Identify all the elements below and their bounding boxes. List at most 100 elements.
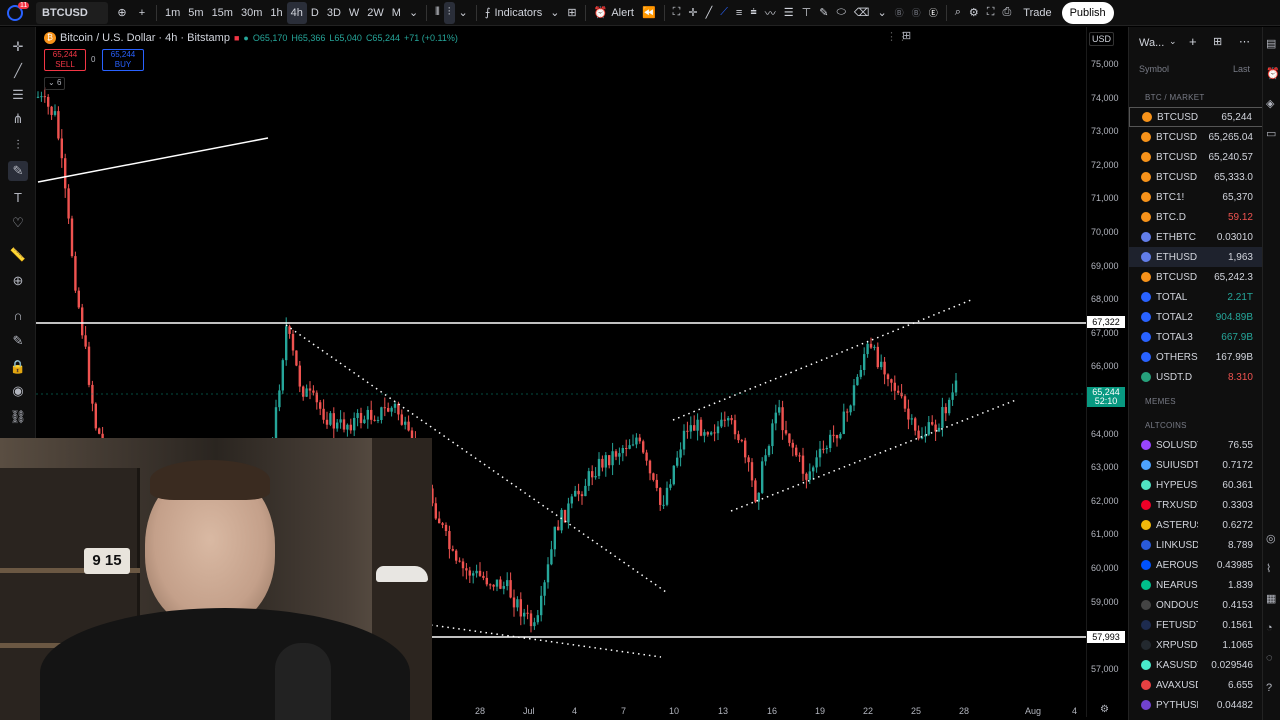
chevron-down-icon[interactable]: ⌄ [405,2,422,24]
timeframe-4h[interactable]: 4h [286,1,307,24]
group-btc-market[interactable]: BTC / MARKET [1145,93,1205,102]
trendline-icon[interactable]: ╱ [702,2,717,24]
watchlist-icon[interactable]: ▤ [1266,37,1276,50]
eye-icon[interactable]: ◉ [8,381,28,401]
layers-icon[interactable]: ◈ [1266,97,1274,110]
b2-icon[interactable]: Ⓑ [908,2,925,24]
wave-icon[interactable]: 〰 [761,2,780,24]
col-last[interactable]: Last [1233,64,1250,74]
chat-icon[interactable]: ▭ [1266,127,1276,140]
sell-button[interactable]: 65,244 SELL [44,49,86,71]
timeframe-15m[interactable]: 15m [208,2,237,24]
watchlist-row[interactable]: ASTERUSDT 0.6272 [1129,515,1263,535]
trade-button[interactable]: Trade [1019,2,1055,24]
indicators-button[interactable]: ⨍ Indicators [481,2,546,24]
watchlist-row[interactable]: TRXUSDT 0.3303 [1129,495,1263,515]
help-icon[interactable]: ? [1266,682,1272,694]
watchlist-row[interactable]: BTC.D 59.12 [1129,207,1263,227]
publish-button[interactable]: Publish [1061,1,1114,24]
watchlist-row[interactable]: ETHUSD 1,963 [1129,247,1263,267]
watchlist-row[interactable]: LINKUSDT 8.789 [1129,535,1263,555]
watchlist-row[interactable]: BTCUSD 65,244 [1129,107,1263,127]
timeframe-30m[interactable]: 30m [237,2,266,24]
add-symbol-icon[interactable]: + [132,2,152,24]
b-icon[interactable]: Ⓑ [891,2,908,24]
gear-icon[interactable]: ⚙ [965,2,983,24]
watchlist-row[interactable]: SUIUSDT 0.7172 [1129,455,1263,475]
zoom-icon[interactable]: ⊕ [8,271,28,291]
symbol-search[interactable]: BTCUSD [36,1,108,24]
search-icon[interactable]: ⌕ [951,2,965,24]
chevron-down-icon[interactable]: ⌄ [546,2,563,24]
watchlist-row[interactable]: KASUSDT 0.029546 [1129,655,1263,675]
eraser-icon[interactable]: ⌫ [850,2,874,24]
watchlist-row[interactable]: BTCUSD 65,242.3 [1129,267,1263,287]
timeframe-2W[interactable]: 2W [363,2,388,24]
ruler-icon[interactable]: 📏 [8,245,28,265]
brush-tool-icon[interactable]: ✎ [8,161,28,181]
watchlist-row[interactable]: PYTHUSDT 0.04482 [1129,695,1263,715]
heart-icon[interactable]: ♡ [8,213,28,233]
brush-icon[interactable]: ✎ [815,2,832,24]
magnet-icon[interactable]: ∩ [8,305,28,325]
timeframe-3D[interactable]: 3D [323,2,345,24]
horizontal-lines-icon[interactable]: ☰ [8,85,28,105]
chart-layout-icon[interactable]: ⊞ [902,29,911,42]
fib-tool-icon[interactable]: ⫶ [8,135,28,155]
fib-icon[interactable]: ≡ [732,2,746,24]
menu-logo-icon[interactable]: 11 [0,1,30,24]
ray-icon[interactable]: ⟋ [716,2,732,24]
chevron-down-icon[interactable]: ⌄ [1169,36,1177,47]
watchlist-row[interactable]: ETHBTC 0.03010 [1129,227,1263,247]
shape-icon[interactable]: ⬭ [832,2,849,24]
calendar-icon[interactable]: ▦ [1266,592,1276,605]
pitchfork-icon[interactable]: ⋔ [8,109,28,129]
trendline-tool-icon[interactable]: ╱ [8,61,28,81]
cursor-icon[interactable]: ✛ [8,37,28,57]
watchlist-row[interactable]: NEARUSDT 1.839 [1129,575,1263,595]
compare-icon[interactable]: ⊕ [112,2,132,24]
notifications-icon[interactable]: ◔ [1266,622,1273,634]
timeframe-M[interactable]: M [388,2,405,24]
target-icon[interactable]: ◎ [1266,532,1276,545]
watchlist-row[interactable]: USDT.D 8.310 [1129,367,1263,387]
link-icon[interactable]: ⛓ [8,407,28,427]
flag-icon[interactable]: ■ [234,33,239,43]
more-icon[interactable]: ⋯ [1239,35,1250,48]
add-icon[interactable]: + [1189,34,1197,49]
fullscreen-icon[interactable]: ⛶ [983,2,999,24]
chevron-down-icon[interactable]: ⌄ [873,2,890,24]
watchlist-row[interactable]: ONDOUSDT 0.4153 [1129,595,1263,615]
layout-icon[interactable]: ⊞ [563,2,580,24]
camera-icon[interactable]: ⎙ [998,2,1015,24]
bar-type-icon[interactable]: ⫴ [431,2,444,24]
watchlist-row[interactable]: TOTAL2 904.89B [1129,307,1263,327]
ideas-icon[interactable]: ⌇ [1266,562,1271,575]
watchlist-title[interactable]: Wa... [1139,37,1164,49]
chevron-down-icon[interactable]: ⌄ [455,2,472,24]
watchlist-row[interactable]: XRPUSDT 1.1065 [1129,635,1263,655]
currency-label[interactable]: USD [1089,32,1115,46]
levels-icon[interactable]: ☰ [780,2,798,24]
timeframe-W[interactable]: W [345,2,363,24]
watchlist-row[interactable]: TOTAL 2.21T [1129,287,1263,307]
alerts-icon[interactable]: ⏰ [1266,67,1280,80]
watchlist-row[interactable]: BTCUSD 65,265.04 [1129,127,1263,147]
text-tool-icon[interactable]: T [8,187,28,207]
buy-button[interactable]: 65,244 BUY [102,49,144,71]
watchlist-row[interactable]: BTC1! 65,370 [1129,187,1263,207]
price-axis[interactable]: USD 75,000 74,000 73,000 72,000 71,000 70,000… [1086,27,1126,717]
timeframe-1m[interactable]: 1m [161,2,184,24]
e-icon[interactable]: Ⓔ [925,2,942,24]
pattern-icon[interactable]: ⩧ [746,2,760,24]
replay-icon[interactable]: ⏪ [638,2,660,24]
watchlist-row[interactable]: AVAXUSDT 6.655 [1129,675,1263,695]
crop-icon[interactable]: ⛶ [669,2,685,24]
watchlist-row[interactable]: AEROUSDT 0.43985 [1129,555,1263,575]
watchlist-row[interactable]: TOTAL3 667.9B [1129,327,1263,347]
table-icon[interactable]: ⊞ [1213,35,1222,48]
watchlist-row[interactable]: BTCUSD 65,333.0 [1129,167,1263,187]
legend-title[interactable]: Bitcoin / U.S. Dollar · 4h · Bitstamp [60,32,230,44]
axis-settings-icon[interactable]: ⚙ [1100,704,1109,715]
watchlist-row[interactable]: HYPEUSDT 60.361 [1129,475,1263,495]
